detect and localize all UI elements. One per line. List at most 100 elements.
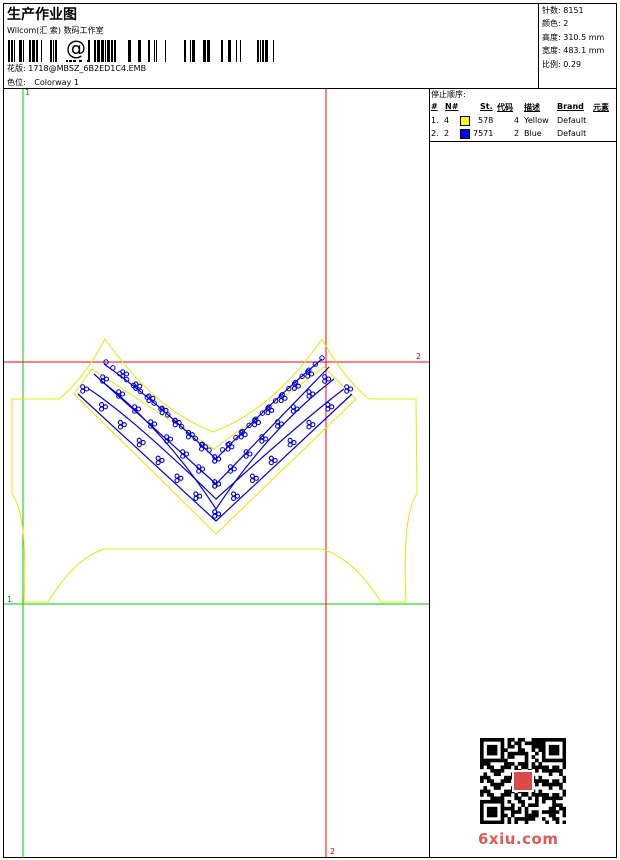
qr-module [555,768,560,773]
flower-petal [193,495,199,501]
flower-petal [216,481,222,487]
qr-module [497,799,501,804]
qr-module [493,751,498,756]
qr-module [483,799,488,804]
flower-petal [268,455,274,461]
barcode-bar [128,40,131,62]
row-description: Blue [524,129,542,138]
qr-module [480,817,484,821]
barcode-bar [11,40,13,62]
qr-module [514,793,519,797]
qr-module [562,744,566,749]
col-header-element: 元素 [593,103,609,112]
qr-module [555,810,560,814]
qr-module [541,755,546,759]
qr-module [545,738,549,742]
qr-module [480,755,484,759]
flower-petal [178,475,184,481]
qr-module [559,738,563,742]
qr-module [483,762,488,766]
flower-petal [249,473,255,479]
barcode-bar [32,40,35,62]
qr-module [486,806,491,811]
qr-module [493,820,498,824]
flower-petal [152,421,158,427]
qr-module [493,748,498,752]
qr-module [552,751,556,756]
qr-module [552,799,556,804]
qr-module [486,744,491,749]
flower-petal [185,434,191,440]
qr-module [517,799,522,804]
qr-module [486,775,491,780]
barcode-bar [36,40,38,62]
qr-module [541,779,546,783]
qr-module [541,741,546,746]
qr-module [514,810,519,814]
qr-module [510,744,515,749]
qr-module [555,779,560,783]
colorway: 色位: Colorway 1 [7,77,79,88]
stat-scale: 比例: 0.29 [542,60,582,69]
flower-petal [272,457,278,463]
qr-module [507,775,512,780]
qr-module [559,806,563,811]
qr-module [562,806,566,811]
barcode-bar [257,40,259,62]
qr-module [504,779,508,783]
qr-module [480,744,484,749]
qr-module [562,755,566,759]
qr-module [507,744,512,749]
qr-module [552,744,556,749]
qr-module [507,799,512,804]
barcode-bar [236,40,237,62]
qr-module [559,768,563,773]
row-index: 1. [431,116,439,125]
qr-module [562,765,566,770]
qr-module [552,779,556,783]
qr-module [531,744,536,749]
qr-module [524,810,529,814]
col-header-needle: N# [445,102,459,111]
qr-module [562,775,566,780]
qr-module [507,762,512,766]
flower-petal [326,376,332,382]
colorway-label: 色位: [7,78,26,87]
guide-label-red-bottom: 2 [330,847,336,856]
qr-module [538,741,543,746]
company-name: Wilcom(汇 索) 数码工作室 [7,26,104,35]
qr-module [535,768,539,773]
qr-module [504,758,508,763]
flower-petal [196,468,202,474]
flower-petal [310,422,316,428]
qr-module [555,820,560,824]
barcode-bar [156,40,157,62]
qr-module [548,768,553,773]
qr-module [480,806,484,811]
qr-module [528,813,532,818]
qr-module [480,810,484,814]
qr-module [541,768,546,773]
qr-module [541,744,546,749]
qr-module [521,748,525,752]
qr-module [500,748,505,752]
qr-module [535,810,539,814]
qr-module [480,738,484,742]
qr-module [535,765,539,770]
stat-height: 高度: 310.5 mm [542,33,605,42]
qr-module [521,762,525,766]
qr-module [524,813,529,818]
qr-module [555,744,560,749]
colorway-value: Colorway 1 [34,78,79,87]
qr-module [500,817,505,821]
qr-module [507,817,512,821]
flower-petal [287,442,293,448]
flower-petal [180,453,186,459]
qr-module [531,817,536,821]
qr-module [504,789,508,794]
flower-petal [124,371,130,377]
qr-module [538,765,543,770]
qr-module [480,751,484,756]
qr-module [500,796,505,801]
qr-module [497,782,501,787]
